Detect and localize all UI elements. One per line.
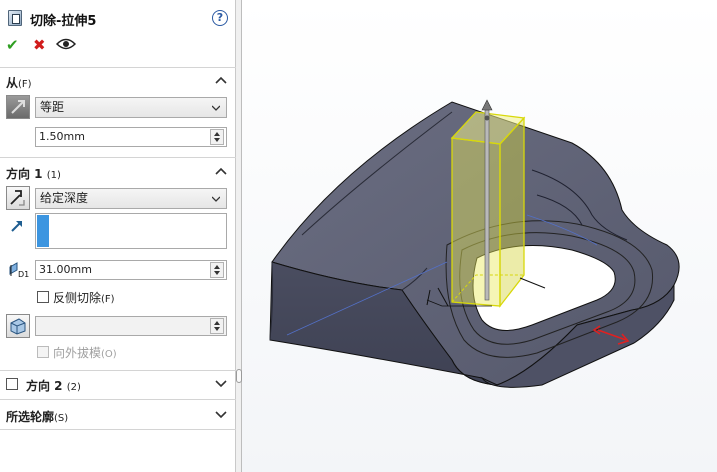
- draft-outward-checkbox[interactable]: [37, 346, 49, 358]
- flip-side-shortcut: (F): [101, 294, 115, 305]
- property-manager-header: 切除-拉伸5 ? ✔ ✖: [0, 0, 236, 68]
- direction2-checkbox[interactable]: [6, 378, 18, 390]
- from-offset-input[interactable]: 1.50mm: [35, 127, 227, 147]
- expand-chevron-icon[interactable]: [215, 378, 227, 388]
- svg-text:D1: D1: [18, 270, 29, 279]
- from-section-title: 从: [6, 76, 19, 90]
- flip-side-checkbox[interactable]: [37, 291, 49, 303]
- selection-highlight: [37, 215, 49, 247]
- draft-outward-shortcut: (O): [101, 349, 117, 360]
- chevron-down-icon: [212, 196, 220, 202]
- extruded-cut-icon: [8, 10, 22, 26]
- property-manager-panel: 切除-拉伸5 ? ✔ ✖ 从(F) 等距 1.50mm 方向 1 (1) 给定深…: [0, 0, 236, 472]
- end-condition-select[interactable]: 给定深度: [35, 188, 227, 209]
- start-condition-icon[interactable]: [6, 95, 30, 119]
- selected-contours-section-header[interactable]: 所选轮廓(S): [0, 404, 236, 426]
- direction1-shortcut: (1): [46, 170, 61, 181]
- section-divider: [0, 370, 236, 371]
- direction1-title: 方向 1: [6, 167, 43, 181]
- flip-side-label: 反侧切除: [53, 291, 102, 305]
- cancel-button[interactable]: ✖: [33, 36, 46, 54]
- selected-contours-title: 所选轮廓: [6, 410, 55, 424]
- depth-d1-icon: D1: [9, 262, 29, 279]
- part-model[interactable]: [242, 0, 717, 472]
- section-divider: [0, 399, 236, 400]
- from-condition-value: 等距: [40, 100, 65, 114]
- depth-value: 31.00mm: [39, 263, 92, 276]
- offset-spinner[interactable]: [210, 129, 224, 145]
- from-section-header[interactable]: 从(F): [0, 70, 236, 92]
- direction1-section-header[interactable]: 方向 1 (1): [0, 161, 236, 183]
- reverse-direction-button[interactable]: [6, 186, 30, 210]
- chevron-down-icon: [212, 105, 220, 111]
- ok-button[interactable]: ✔: [6, 36, 19, 54]
- depth-input[interactable]: 31.00mm: [35, 260, 227, 280]
- draft-spinner[interactable]: [210, 318, 224, 334]
- help-icon[interactable]: ?: [212, 10, 228, 26]
- from-offset-value: 1.50mm: [39, 130, 85, 143]
- direction2-title: 方向 2: [26, 379, 63, 393]
- section-divider: [0, 157, 236, 158]
- draft-angle-input[interactable]: [35, 316, 227, 336]
- preview-eye-icon[interactable]: [56, 38, 76, 50]
- end-condition-value: 给定深度: [40, 191, 89, 205]
- feature-title: 切除-拉伸5: [30, 14, 97, 29]
- draft-toggle-button[interactable]: [6, 314, 30, 338]
- direction-arrow-icon: [11, 221, 22, 232]
- direction-vector-selection-box[interactable]: [35, 213, 227, 249]
- collapse-chevron-icon[interactable]: [215, 166, 227, 176]
- collapse-chevron-icon[interactable]: [215, 75, 227, 85]
- direction2-shortcut: (2): [66, 382, 81, 393]
- draft-outward-label: 向外拔模: [53, 346, 102, 360]
- selected-contours-shortcut: (S): [54, 413, 69, 424]
- from-section-shortcut: (F): [18, 79, 32, 90]
- direction2-section-header[interactable]: 方向 2 (2): [0, 373, 236, 395]
- expand-chevron-icon[interactable]: [215, 409, 227, 419]
- depth-spinner[interactable]: [210, 262, 224, 278]
- section-divider: [0, 429, 236, 430]
- graphics-viewport[interactable]: [242, 0, 717, 472]
- from-condition-select[interactable]: 等距: [35, 97, 227, 118]
